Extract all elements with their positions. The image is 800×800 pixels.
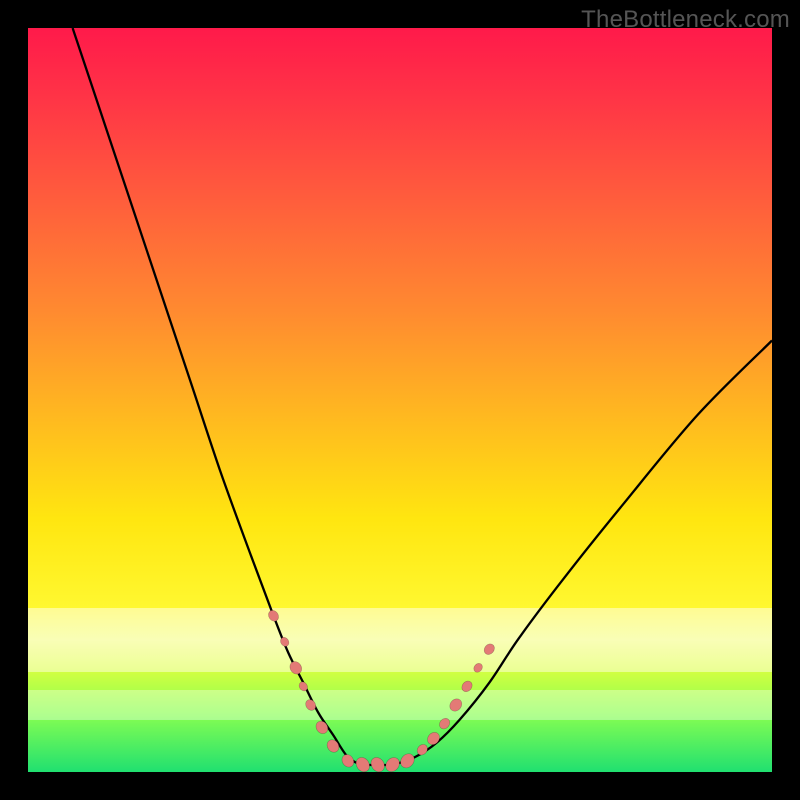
curve-marker — [460, 679, 475, 694]
curve-marker — [288, 659, 305, 676]
chart-svg — [28, 28, 772, 772]
curve-marker — [472, 662, 484, 674]
curve-marker — [353, 755, 372, 775]
chart-frame: TheBottleneck.com — [0, 0, 800, 800]
curve-marker — [340, 752, 357, 769]
curve-marker — [437, 716, 452, 731]
curve-marker — [482, 642, 497, 657]
curve-marker — [383, 755, 402, 775]
curve-marker — [425, 730, 442, 747]
curve-marker — [398, 751, 417, 771]
curve-marker — [325, 737, 342, 754]
curve-marker — [314, 719, 331, 736]
curve-marker — [279, 636, 291, 648]
bottleneck-curve-path — [73, 28, 772, 765]
curve-marker — [447, 696, 464, 713]
marker-group — [266, 608, 496, 774]
curve-marker — [368, 755, 387, 775]
curve-marker — [266, 608, 280, 623]
plot-area — [28, 28, 772, 772]
